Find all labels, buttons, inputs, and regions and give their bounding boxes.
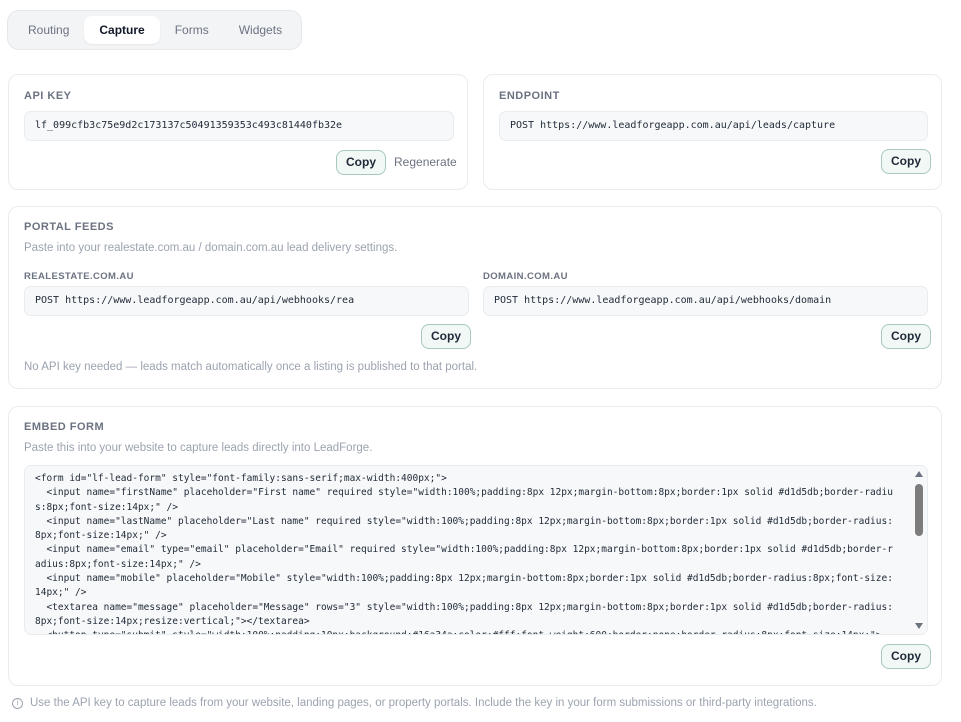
realestate-copy-button[interactable]: Copy [421, 324, 471, 349]
capture-tabs: Routing Capture Forms Widgets [7, 10, 302, 50]
domain-copy-button[interactable]: Copy [881, 324, 931, 349]
embed-form-description: Paste this into your website to capture … [24, 442, 373, 454]
api-key-field[interactable]: lf_099cfb3c75e9d2c173137c50491359353c493… [24, 111, 454, 141]
info-icon: i [12, 697, 23, 709]
api-key-card: API KEY lf_099cfb3c75e9d2c173137c5049135… [8, 74, 468, 190]
endpoint-title: ENDPOINT [499, 90, 560, 102]
embed-code-text: <form id="lf-lead-form" style="font-fami… [35, 473, 893, 634]
code-scrollbar[interactable] [913, 468, 925, 632]
portal-feeds-title: PORTAL FEEDS [24, 221, 114, 233]
endpoint-card: ENDPOINT POST https://www.leadforgeapp.c… [483, 74, 942, 190]
tab-routing[interactable]: Routing [13, 16, 84, 44]
embed-copy-button[interactable]: Copy [881, 644, 931, 669]
tab-capture[interactable]: Capture [84, 16, 160, 44]
tab-forms[interactable]: Forms [160, 16, 224, 44]
embed-form-card: EMBED FORM Paste this into your website … [8, 406, 942, 686]
embed-code-textarea[interactable]: <form id="lf-lead-form" style="font-fami… [24, 465, 928, 635]
scroll-up-arrow-icon[interactable] [915, 471, 923, 477]
footer-note-text: Use the API key to capture leads from yo… [30, 697, 817, 709]
portal-feeds-description: Paste into your realestate.com.au / doma… [24, 242, 398, 254]
realestate-webhook-field[interactable]: POST https://www.leadforgeapp.com.au/api… [24, 286, 469, 316]
footer-note: i Use the API key to capture leads from … [12, 697, 817, 709]
embed-form-title: EMBED FORM [24, 421, 105, 433]
scroll-down-arrow-icon[interactable] [915, 623, 923, 629]
scroll-thumb[interactable] [915, 484, 923, 536]
portal-feeds-card: PORTAL FEEDS Paste into your realestate.… [8, 206, 942, 389]
regenerate-button[interactable]: Regenerate [394, 155, 457, 169]
portal-feeds-note: No API key needed — leads match automati… [24, 361, 478, 373]
realestate-label: REALESTATE.COM.AU [24, 271, 134, 282]
endpoint-copy-button[interactable]: Copy [881, 149, 931, 174]
endpoint-field[interactable]: POST https://www.leadforgeapp.com.au/api… [499, 111, 928, 141]
domain-webhook-field[interactable]: POST https://www.leadforgeapp.com.au/api… [483, 286, 928, 316]
api-key-title: API KEY [24, 90, 72, 102]
tab-widgets[interactable]: Widgets [224, 16, 297, 44]
api-key-copy-button[interactable]: Copy [336, 150, 386, 175]
domain-label: DOMAIN.COM.AU [483, 271, 568, 282]
